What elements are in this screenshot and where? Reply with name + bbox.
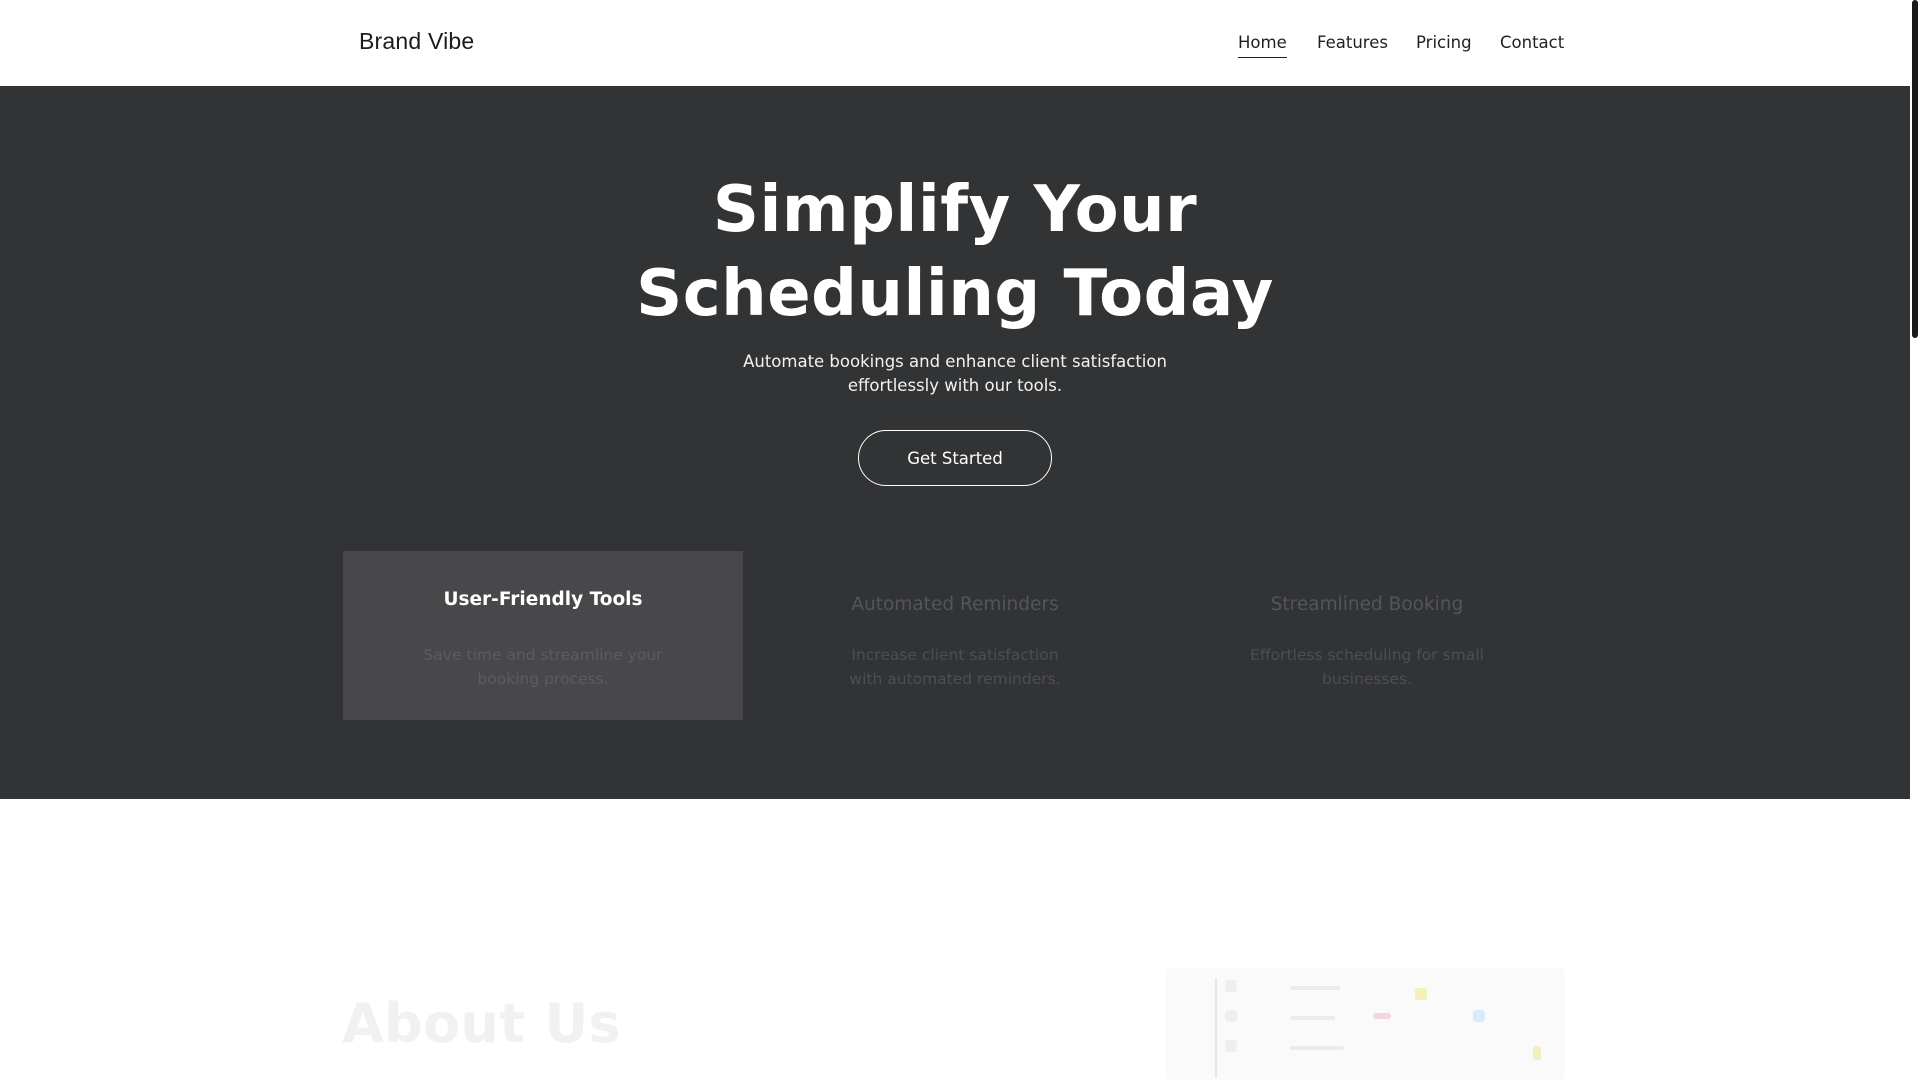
hero-section: Simplify Your Scheduling Today Automate … bbox=[0, 86, 1910, 799]
site-header: Brand Vibe Home Features Pricing Contact bbox=[0, 0, 1910, 86]
image-line bbox=[1290, 986, 1340, 990]
nav-home[interactable]: Home bbox=[1238, 32, 1287, 58]
image-pink-tag bbox=[1373, 1013, 1391, 1019]
scrollbar-thumb[interactable] bbox=[1912, 0, 1918, 338]
image-line bbox=[1290, 1046, 1345, 1050]
image-bullet bbox=[1225, 980, 1237, 992]
about-title: About Us bbox=[342, 992, 621, 1055]
image-bullet bbox=[1225, 1040, 1237, 1052]
page-scrollbar[interactable] bbox=[1910, 0, 1920, 1080]
feature-card-text: Increase client satisfaction with automa… bbox=[849, 646, 1061, 688]
image-line bbox=[1290, 1016, 1335, 1020]
nav-contact[interactable]: Contact bbox=[1500, 32, 1564, 57]
feature-card-text: Effortless scheduling for small business… bbox=[1250, 646, 1484, 688]
feature-card-title: User-Friendly Tools bbox=[443, 589, 643, 610]
hero-title-line1: Simplify Your bbox=[712, 173, 1198, 247]
feature-card-reminders[interactable]: Automated Reminders Increase client sati… bbox=[755, 551, 1155, 720]
get-started-button[interactable]: Get Started bbox=[858, 430, 1052, 486]
feature-card-title: Streamlined Booking bbox=[1270, 594, 1464, 615]
hero-title-line2: Scheduling Today bbox=[636, 257, 1274, 331]
about-image bbox=[1165, 968, 1565, 1080]
image-yellow-tag bbox=[1415, 988, 1427, 1000]
hero-subtitle: Automate bookings and enhance client sat… bbox=[743, 352, 1167, 395]
brand-logo[interactable]: Brand Vibe bbox=[359, 28, 474, 55]
nav-pricing[interactable]: Pricing bbox=[1416, 32, 1472, 57]
feature-card-booking[interactable]: Streamlined Booking Effortless schedulin… bbox=[1167, 551, 1567, 720]
image-blue-tag bbox=[1473, 1010, 1485, 1022]
feature-card-user-friendly[interactable]: User-Friendly Tools Save time and stream… bbox=[343, 551, 743, 720]
image-divider bbox=[1215, 978, 1217, 1078]
image-yellow-tag bbox=[1533, 1046, 1541, 1060]
feature-card-text: Save time and streamline your booking pr… bbox=[423, 646, 663, 688]
image-bullet bbox=[1225, 1010, 1237, 1022]
feature-card-title: Automated Reminders bbox=[851, 594, 1059, 615]
nav-features[interactable]: Features bbox=[1317, 32, 1388, 57]
hero-title: Simplify Your Scheduling Today bbox=[555, 168, 1355, 336]
